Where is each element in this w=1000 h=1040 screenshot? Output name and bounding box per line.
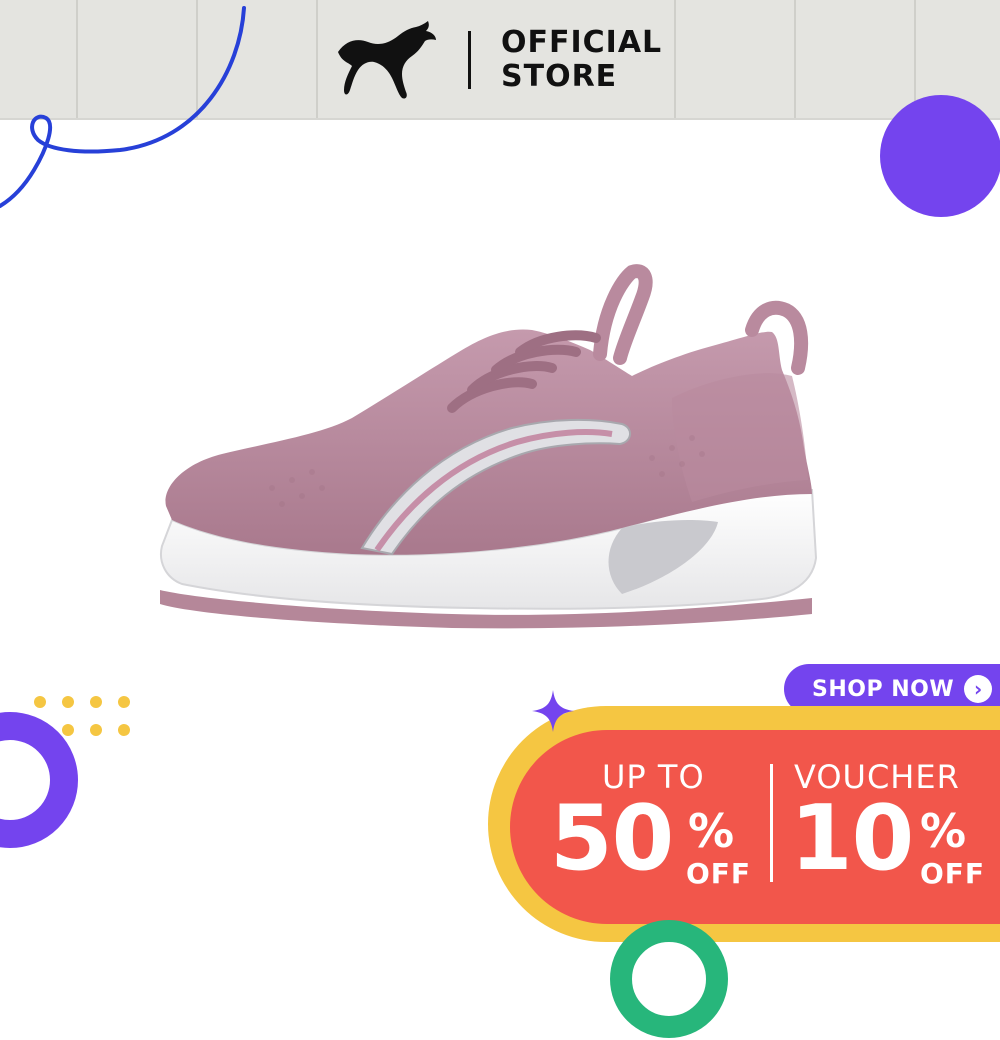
purple-circle-decoration — [880, 95, 1000, 217]
brand-lockup[interactable]: OFFICIAL STORE — [332, 18, 662, 102]
voucher-off: OFF — [920, 857, 986, 890]
shop-now-label: SHOP NOW — [812, 676, 955, 702]
puma-logo-icon — [338, 21, 436, 99]
purple-ring-decoration — [0, 712, 78, 848]
brand-divider — [468, 31, 471, 89]
promo-divider — [770, 764, 773, 882]
chevron-right-icon: › — [964, 675, 993, 703]
promo-discount-off: OFF — [686, 857, 752, 890]
header-grid-line — [794, 0, 796, 118]
store-line-1: OFFICIAL — [501, 25, 663, 60]
promo-discount-percent: % — [688, 804, 735, 858]
green-ring-decoration — [610, 920, 728, 1038]
sparkle-icon — [532, 690, 574, 732]
store-line-2: STORE — [501, 59, 618, 94]
voucher-value: 10 — [790, 786, 914, 891]
official-store-label: OFFICIAL STORE — [501, 26, 662, 94]
blue-squiggle-decoration — [0, 6, 246, 208]
voucher-percent: % — [920, 804, 967, 858]
product-shoe-image — [160, 264, 818, 629]
header-grid-line — [316, 0, 318, 118]
promo-discount-value: 50 — [550, 786, 674, 891]
header-grid-line — [674, 0, 676, 118]
